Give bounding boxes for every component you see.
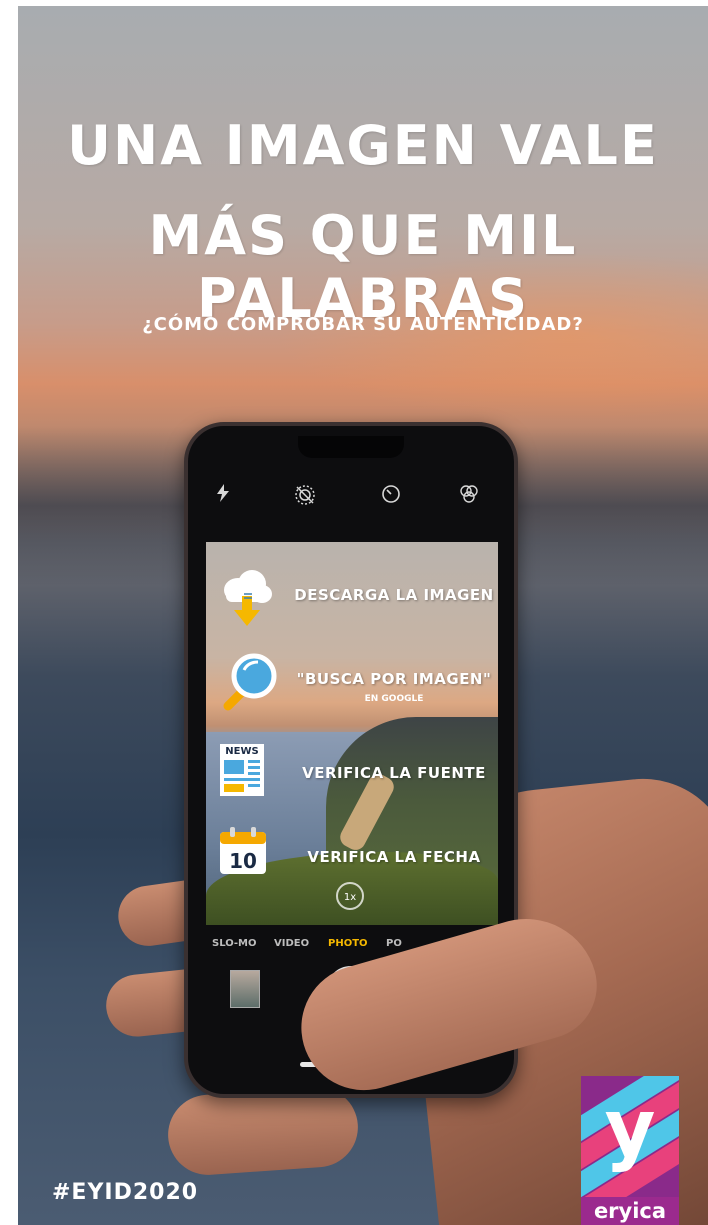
magnifier-icon <box>218 650 277 714</box>
eryica-logo: y eryica <box>581 1076 679 1225</box>
step-source-label: VERIFICA LA FUENTE <box>302 764 486 782</box>
step-search-sublabel: EN GOOGLE <box>364 694 424 704</box>
calendar-icon: 10 <box>218 826 274 890</box>
mode-portrait[interactable]: PO <box>386 938 402 949</box>
timer-icon[interactable] <box>378 484 404 510</box>
title-line-1: UNA IMAGEN VALE <box>67 114 659 177</box>
phone-notch <box>298 436 404 458</box>
step-search: "BUSCA POR IMAGEN" EN GOOGLE <box>206 650 498 720</box>
zoom-button[interactable]: 1x <box>336 882 364 910</box>
newspaper-icon-text: NEWS <box>225 746 258 757</box>
step-search-label: "BUSCA POR IMAGEN" <box>296 670 492 688</box>
flash-icon[interactable] <box>210 484 236 510</box>
calendar-icon-text: 10 <box>229 849 257 873</box>
step-date-label: VERIFICA LA FECHA <box>307 848 481 866</box>
step-download: DESCARGA LA IMAGEN <box>206 566 498 636</box>
newspaper-icon: NEWS <box>218 742 274 806</box>
hashtag: #EYID2020 <box>52 1180 199 1205</box>
logo-mark: y <box>604 1084 656 1174</box>
filters-icon[interactable] <box>456 484 482 510</box>
cloud-download-icon <box>218 566 274 630</box>
live-photo-icon[interactable] <box>292 484 318 510</box>
step-source: NEWS VERIFICA LA FUENTE <box>206 742 498 812</box>
hand-finger-3 <box>165 1084 361 1178</box>
step-download-label: DESCARGA LA IMAGEN <box>294 586 494 604</box>
camera-viewfinder: DESCARGA LA IMAGEN "BUSCA POR IMAGEN" EN… <box>206 542 498 925</box>
mode-slo-mo[interactable]: SLO-MO <box>212 938 257 949</box>
mode-video[interactable]: VIDEO <box>274 938 309 949</box>
title-line-2: MÁS QUE MIL PALABRAS <box>148 204 578 330</box>
logo-wordmark: eryica <box>581 1197 679 1225</box>
poster-background: UNA IMAGEN VALE MÁS QUE MIL PALABRAS ¿CÓ… <box>18 6 708 1225</box>
subtitle: ¿CÓMO COMPROBAR SU AUTENTICIDAD? <box>142 314 584 335</box>
mode-photo[interactable]: PHOTO <box>328 938 368 949</box>
gallery-thumbnail[interactable] <box>230 970 260 1008</box>
